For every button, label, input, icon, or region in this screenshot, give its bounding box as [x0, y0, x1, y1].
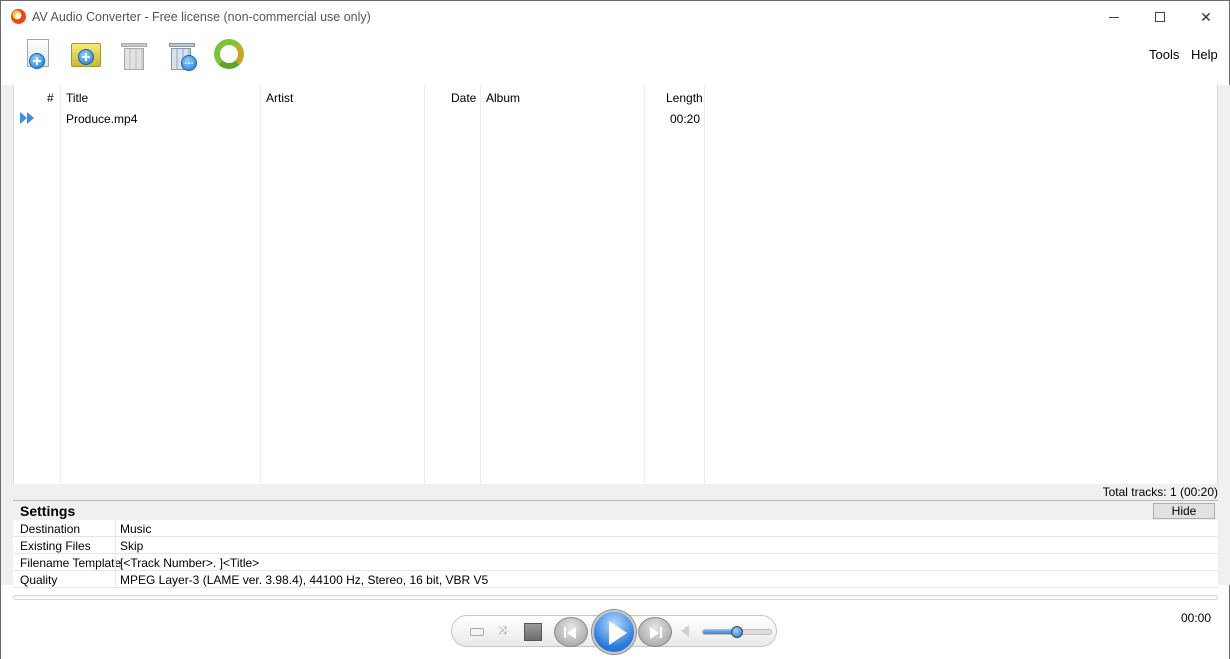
settings-header: Settings Hide — [13, 501, 1218, 520]
hide-settings-button[interactable]: Hide — [1153, 503, 1215, 519]
setting-value[interactable]: Music — [120, 522, 151, 536]
shuffle-icon[interactable]: ⤨ — [498, 625, 507, 638]
play-button[interactable] — [592, 610, 636, 654]
title-bar: AV Audio Converter - Free license (non-c… — [1, 1, 1229, 33]
total-tracks: Total tracks: 1 (00:20) — [1102, 485, 1218, 499]
plus-icon — [78, 49, 94, 65]
time-readout: 00:00 — [1181, 611, 1212, 625]
maximize-button[interactable] — [1137, 1, 1183, 33]
setting-label: Existing Files — [20, 539, 91, 553]
remove-more-button[interactable]: … — [165, 37, 201, 73]
stop-button[interactable] — [524, 623, 542, 641]
column-header-number[interactable]: # — [47, 91, 54, 105]
left-edge — [1, 85, 13, 585]
track-title: Produce.mp4 — [66, 112, 138, 126]
column-header-album[interactable]: Album — [486, 91, 520, 105]
volume-knob[interactable] — [731, 626, 743, 638]
column-header-artist[interactable]: Artist — [266, 91, 293, 105]
settings-panel: Settings Hide Destination Music Existing… — [13, 500, 1218, 588]
setting-row-existing-files[interactable]: Existing Files Skip — [13, 537, 1218, 554]
setting-row-quality[interactable]: Quality MPEG Layer-3 (LAME ver. 3.98.4),… — [13, 571, 1218, 588]
close-icon: ✕ — [1200, 8, 1212, 25]
track-length: 00:20 — [670, 112, 701, 126]
playing-indicator-icon — [20, 112, 36, 124]
close-button[interactable]: ✕ — [1183, 1, 1229, 33]
repeat-icon[interactable] — [470, 628, 484, 636]
convert-icon — [214, 39, 244, 69]
ellipsis-icon: … — [181, 55, 197, 71]
previous-button[interactable] — [554, 617, 588, 647]
app-window: AV Audio Converter - Free license (non-c… — [0, 0, 1230, 659]
maximize-icon — [1155, 12, 1165, 22]
setting-value[interactable]: Skip — [120, 539, 143, 553]
setting-value[interactable]: [<Track Number>. ]<Title> — [120, 556, 259, 570]
column-header-length[interactable]: Length — [666, 91, 703, 105]
toolbar: … — [1, 33, 1229, 81]
next-button[interactable] — [638, 617, 672, 647]
trash-icon — [121, 43, 147, 47]
add-folder-button[interactable] — [69, 37, 105, 73]
player-controls: ⤨ — [451, 610, 777, 654]
setting-row-filename-template[interactable]: Filename Template [<Track Number>. ]<Tit… — [13, 554, 1218, 571]
window-title: AV Audio Converter - Free license (non-c… — [32, 10, 371, 24]
seek-bar[interactable] — [13, 595, 1218, 600]
menu-help[interactable]: Help — [1191, 47, 1218, 62]
menu-tools[interactable]: Tools — [1149, 47, 1179, 62]
convert-button[interactable] — [211, 37, 247, 73]
volume-slider[interactable] — [702, 626, 772, 638]
track-list[interactable]: # Title Artist Date Album Length Produce… — [13, 85, 1218, 484]
setting-label: Filename Template — [20, 556, 122, 570]
setting-value[interactable]: MPEG Layer-3 (LAME ver. 3.98.4), 44100 H… — [120, 573, 488, 587]
column-header-date[interactable]: Date — [451, 91, 476, 105]
right-edge — [1218, 85, 1230, 585]
add-files-button[interactable] — [23, 37, 59, 73]
setting-row-destination[interactable]: Destination Music — [13, 520, 1218, 537]
trash-more-icon — [169, 43, 195, 47]
minimize-icon — [1109, 16, 1119, 18]
plus-icon — [29, 53, 45, 69]
remove-button[interactable] — [117, 37, 153, 73]
setting-label: Destination — [20, 522, 81, 536]
player: ⤨ 00:00 — [1, 589, 1229, 659]
settings-title: Settings — [20, 503, 76, 519]
status-bar: Total tracks: 1 (00:20) — [13, 484, 1218, 500]
minimize-button[interactable] — [1091, 1, 1137, 33]
volume-icon[interactable] — [681, 625, 689, 637]
column-header-title[interactable]: Title — [66, 91, 88, 105]
setting-label: Quality — [20, 573, 58, 587]
app-logo-icon — [11, 9, 26, 24]
